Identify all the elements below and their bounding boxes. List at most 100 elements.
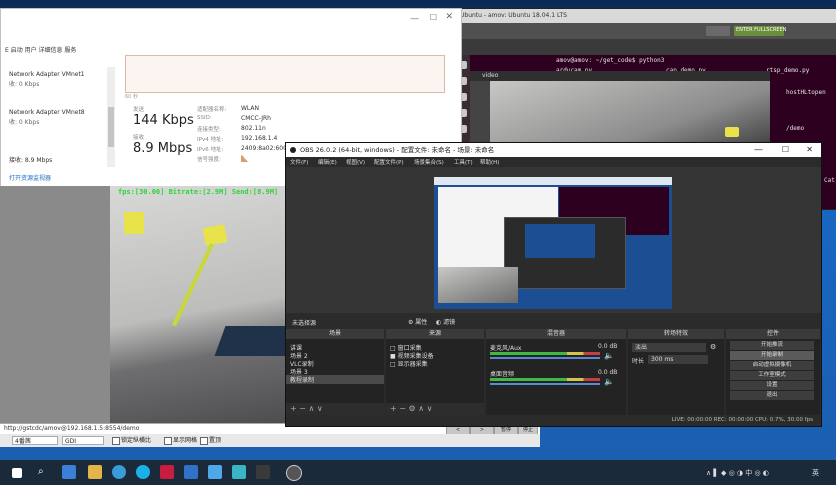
transitions-dock: 转场特效 淡出 ⚙ 时长 300 ms (628, 329, 724, 415)
url-text[interactable]: http://gstcdc/amov@192.168.1.5:8554/demo (4, 425, 139, 432)
obs-window[interactable]: OBS 26.0.2 (64-bit, windows) - 配置文件: 未命名… (285, 142, 822, 427)
obs-menu-help[interactable]: 帮助(H) (480, 158, 499, 166)
preview-top-bar (434, 177, 672, 185)
source-label: 显示器采集 (397, 361, 428, 368)
browser-icon[interactable] (112, 465, 126, 479)
camera-app-icon[interactable] (286, 465, 302, 481)
terminal-side-text-1: hostHLtopen (786, 89, 826, 96)
scenes-dock: 场景 讲课 场景 2 VLC录制 场景 3 教程录制 + − ∧ ∨ (286, 329, 384, 415)
minimize-icon[interactable]: — (410, 14, 419, 24)
obs-maximize-icon[interactable]: ☐ (782, 143, 789, 157)
speaker-icon[interactable]: 🔈 (604, 377, 614, 386)
adapter-vmnet8-name[interactable]: Network Adapter VMnet8 (9, 109, 85, 116)
windows-start-icon[interactable] (12, 468, 22, 478)
obs-taskbar-icon[interactable] (256, 465, 270, 479)
mixer-header: 混音器 (486, 329, 626, 339)
obs-menu-view[interactable]: 视图(V) (346, 158, 365, 166)
scene-item-selected[interactable]: 教程录制 (286, 375, 384, 384)
preview-camera (438, 267, 518, 303)
topmost-checkbox-label: 置顶 (209, 437, 222, 444)
obs-status-bar: LIVE: 00:00:00 REC: 00:00:00 CPU: 0.7%, … (286, 415, 821, 426)
search-icon[interactable]: ⌕ (38, 466, 44, 477)
task-view-icon[interactable] (62, 465, 76, 479)
obs-preview-canvas[interactable] (286, 167, 821, 313)
file-explorer-icon[interactable] (88, 465, 102, 479)
task-manager-titlebar: — ☐ ✕ (1, 9, 461, 31)
obs-menu-edit[interactable]: 编辑(E) (318, 158, 337, 166)
vm-video-title: video (470, 71, 770, 81)
capture-control-bar: 4番茜 GDI 锁定纵横比 显示网格 置顶 (0, 434, 540, 447)
vm-window-title: Ubuntu - amov: Ubuntu 18.04.1 LTS (456, 9, 836, 23)
tool-app-icon[interactable] (232, 465, 246, 479)
grid-checkbox[interactable] (164, 437, 172, 445)
close-icon[interactable]: ✕ (445, 12, 453, 22)
mixer-level-meter (490, 378, 600, 381)
obs-window-title: OBS 26.0.2 (64-bit, windows) - 配置文件: 未命名… (300, 146, 495, 154)
sidebar-scrollbar[interactable] (107, 67, 115, 167)
obs-preview-screen (434, 177, 672, 309)
obs-close-icon[interactable]: ✕ (806, 143, 813, 157)
duration-input[interactable]: 300 ms (648, 355, 708, 364)
studio-mode-button[interactable]: 工作室模式 (730, 371, 814, 380)
aspect-checkbox[interactable] (112, 437, 120, 445)
filters-button[interactable]: ◐ 滤镜 (436, 317, 455, 326)
vm-app-icon[interactable] (208, 465, 222, 479)
speaker-icon[interactable]: 🔈 (604, 351, 614, 360)
stream-overlay-text: fps:[30.00] Bitrate:[2.9M] Send:[8.9M] (118, 188, 279, 196)
open-resource-monitor-link[interactable]: 打开资源监视器 (9, 173, 51, 182)
transition-gear-icon[interactable]: ⚙ (710, 343, 716, 351)
mixer-track-name: 麦克风/Aux (490, 345, 522, 352)
chrome-icon[interactable] (136, 465, 150, 479)
start-streaming-button[interactable]: 开始推流 (730, 341, 814, 350)
detail-key-4: IPv4 地址: (197, 137, 224, 143)
transition-select[interactable]: 淡出 (632, 343, 706, 352)
obs-minimize-icon[interactable]: — (754, 143, 763, 157)
mixer-volume-slider[interactable] (490, 383, 600, 385)
start-recording-button[interactable]: 开始录制 (730, 351, 814, 360)
socket-image (124, 212, 144, 234)
controls-header: 控件 (726, 329, 820, 339)
obs-menu-file[interactable]: 文件(F) (290, 158, 308, 166)
no-source-label: 未选择源 (292, 320, 317, 327)
vm-toolbar-button[interactable] (706, 26, 730, 36)
mixer-track-name: 桌面音频 (490, 371, 515, 378)
graph-caption: 60 秒 (125, 94, 138, 100)
topmost-checkbox[interactable] (200, 437, 208, 445)
virtual-camera-button[interactable]: 启动虚拟摄像机 (730, 361, 814, 370)
terminal-side-text-2: /demo (786, 125, 805, 132)
scenes-toolbar[interactable]: + − ∧ ∨ (286, 403, 384, 415)
obs-logo-icon (290, 147, 296, 153)
obs-titlebar: OBS 26.0.2 (64-bit, windows) - 配置文件: 未命名… (286, 143, 821, 157)
obs-menu-profile[interactable]: 配置文件(P) (374, 158, 404, 166)
grid-checkbox-label: 显示网格 (173, 437, 198, 444)
app-blue-icon[interactable] (184, 465, 198, 479)
aspect-checkbox-label: 锁定纵横比 (121, 437, 152, 444)
exit-button[interactable]: 退出 (730, 391, 814, 400)
source-item[interactable]: □ 显示器采集 (390, 359, 428, 368)
settings-button[interactable]: 设置 (730, 381, 814, 390)
properties-button-label: 属性 (415, 319, 428, 326)
adapter-vmnet1-name[interactable]: Network Adapter VMnet1 (9, 71, 85, 78)
vm-nautilus-bar (456, 39, 836, 55)
vm-fullscreen-button[interactable]: ENTER FULLSCREEN (734, 26, 786, 36)
terminal-prompt: amov@amov: ~/get_code$ python3 (556, 57, 665, 64)
sources-toolbar[interactable]: + − ⚙ ∧ ∨ (386, 403, 484, 415)
monitor-select[interactable]: 4番茜 (12, 436, 58, 445)
maximize-icon[interactable]: ☐ (430, 13, 437, 22)
tray-icons[interactable]: ∧ ▌ ◆ ◎ ◑ 中 ◎ ◐ (706, 468, 769, 478)
capture-method-select[interactable]: GDI (62, 436, 104, 445)
obs-menu-tools[interactable]: 工具(T) (454, 158, 473, 166)
wlan-recv-summary[interactable]: 接收: 8.9 Mbps (9, 155, 52, 164)
taskbar: ⌕ ∧ ▌ ◆ ◎ ◑ 中 ◎ ◐ 英 (0, 460, 836, 485)
mixer-volume-slider[interactable] (490, 357, 600, 359)
send-value: 144 Kbps (133, 113, 194, 128)
audio-mixer-dock: 混音器 麦克风/Aux 0.0 dB 🔈 桌面音频 0.0 dB 🔈 (486, 329, 626, 415)
obs-menu-scene-collection[interactable]: 场景集合(S) (414, 158, 444, 166)
scrollbar-thumb[interactable] (108, 107, 114, 147)
detail-key-2: SSID: (197, 115, 212, 121)
app-red-icon[interactable] (160, 465, 174, 479)
send-label: 发送 (133, 107, 145, 113)
mixer-track-db: 0.0 dB (598, 343, 618, 350)
input-language-indicator[interactable]: 英 (812, 468, 819, 478)
properties-button[interactable]: ⚙ 属性 (408, 317, 427, 326)
